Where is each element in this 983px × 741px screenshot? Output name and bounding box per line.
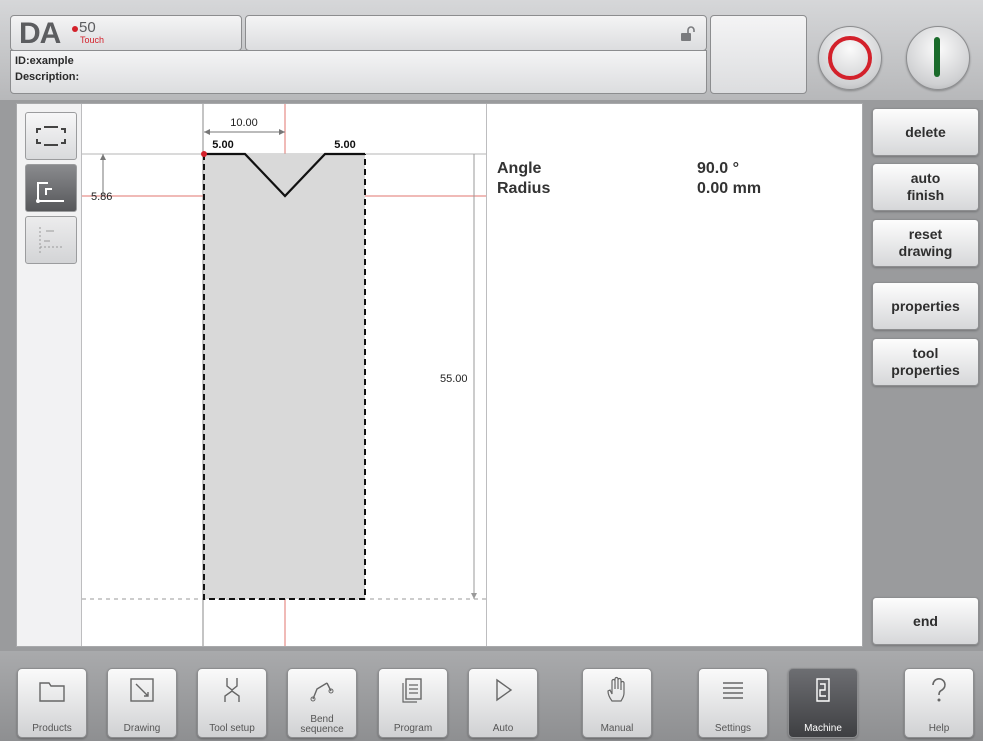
nav-products-label: Products — [32, 723, 72, 734]
dim-depth-label[interactable]: 5.86 — [91, 191, 112, 203]
stop-icon — [828, 36, 872, 80]
logo-model: 50 — [79, 19, 96, 36]
radius-label: Radius — [497, 180, 551, 197]
bend-sequence-icon — [310, 682, 334, 702]
angle-label: Angle — [497, 160, 542, 177]
nav-auto[interactable]: Auto — [468, 668, 538, 738]
nav-drawing[interactable]: Drawing — [107, 668, 177, 738]
nav-help-label: Help — [928, 723, 950, 734]
nav-help[interactable]: Help — [904, 668, 974, 738]
main-panel: 10.00 5.00 5.00 5.86 55.00 Angle 90.0 ° … — [16, 103, 863, 647]
nav-auto-label: Auto — [492, 723, 514, 734]
program-icon — [402, 678, 422, 703]
nav-program[interactable]: Program — [378, 668, 448, 738]
height-dim-arrow — [471, 593, 477, 599]
play-icon — [496, 678, 513, 702]
properties-button[interactable]: properties — [872, 282, 979, 330]
drawing-canvas[interactable]: 10.00 5.00 5.00 5.86 55.00 — [82, 104, 487, 646]
start-icon — [934, 37, 940, 77]
nav-tool-setup[interactable]: Tool setup — [197, 668, 267, 738]
nav-program-label: Program — [393, 723, 433, 734]
draw-profile-button[interactable] — [25, 164, 77, 212]
start-button[interactable] — [906, 26, 970, 90]
logo-dot-icon — [72, 26, 78, 32]
nav-manual[interactable]: Manual — [582, 668, 652, 738]
pencil-icon — [130, 678, 154, 702]
product-description: Description: — [15, 71, 80, 83]
tool-properties-button[interactable]: tool properties — [872, 338, 979, 386]
header-right-box — [710, 15, 807, 94]
nav-settings-label: Settings — [714, 723, 752, 734]
logo-da: DA — [19, 17, 61, 50]
product-id: ID:example — [15, 55, 74, 67]
nav-machine-label: Machine — [804, 723, 842, 734]
stop-button[interactable] — [818, 26, 882, 90]
nav-manual-label: Manual — [600, 723, 634, 734]
angle-value[interactable]: 90.0 ° — [697, 160, 739, 178]
nav-settings[interactable]: Settings — [698, 668, 768, 738]
dim-right-flange-label[interactable]: 5.00 — [334, 139, 355, 151]
zoom-fit-icon — [36, 126, 66, 146]
start-point-icon[interactable] — [201, 151, 207, 157]
logo-sub: Touch — [80, 35, 105, 45]
logo-box: DA 50 Touch — [10, 15, 242, 51]
drawing-tool-column — [17, 104, 82, 646]
draw-profile-icon — [36, 182, 64, 203]
nav-tool-setup-label: Tool setup — [209, 723, 255, 734]
status-title-box — [245, 15, 707, 51]
nav-bend-sequence[interactable]: Bend sequence — [287, 668, 357, 738]
side-button-panel: delete auto finish reset drawing propert… — [864, 103, 983, 645]
depth-dim-arrow — [100, 154, 106, 160]
tool-body — [204, 154, 365, 599]
dimension-button[interactable] — [25, 216, 77, 264]
reset-drawing-button[interactable]: reset drawing — [872, 219, 979, 267]
nav-products[interactable]: Products — [17, 668, 87, 738]
zoom-fit-button[interactable] — [25, 112, 77, 160]
nav-bend-sequence-label: Bend sequence — [300, 714, 344, 735]
delete-button[interactable]: delete — [872, 108, 979, 156]
nav-machine[interactable]: Machine — [788, 668, 858, 738]
end-button[interactable]: end — [872, 597, 979, 645]
dim-width-label[interactable]: 10.00 — [230, 117, 258, 129]
properties-panel: Angle 90.0 ° Radius 0.00 mm — [487, 104, 862, 646]
settings-list-icon — [723, 682, 743, 699]
product-info-box: ID:example Description: — [10, 50, 707, 94]
dim-left-flange-label[interactable]: 5.00 — [212, 139, 233, 151]
tool-setup-icon — [224, 678, 240, 702]
auto-finish-button[interactable]: auto finish — [872, 163, 979, 211]
folder-icon — [39, 682, 65, 702]
help-icon — [932, 678, 946, 702]
dim-height-label[interactable]: 55.00 — [440, 373, 468, 385]
hand-icon — [607, 676, 625, 702]
nav-drawing-label: Drawing — [123, 723, 161, 734]
dimension-icon — [39, 227, 64, 255]
radius-value[interactable]: 0.00 mm — [697, 180, 761, 198]
unlock-icon[interactable] — [679, 26, 695, 42]
machine-icon — [816, 678, 830, 702]
